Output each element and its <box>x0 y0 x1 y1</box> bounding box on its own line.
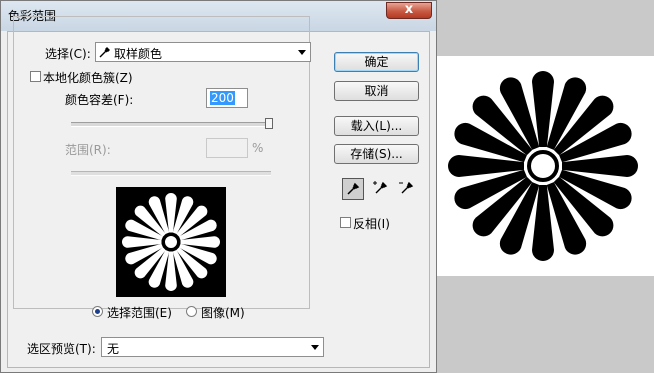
selection-preview-label: 选区预览(T): <box>27 342 96 356</box>
close-icon: x <box>404 2 414 17</box>
flower-center <box>527 150 559 182</box>
selection-preview-value: 无 <box>107 342 120 356</box>
color-range-dialog: 色彩范围 x 选择(C): 取样颜色 本地化颜色簇(Z) 颜色容差(F): 20… <box>0 0 437 373</box>
chrysanthemum-image <box>448 71 638 261</box>
selection-preview-thumbnail <box>116 187 226 297</box>
eyedropper-icon <box>347 182 360 195</box>
selection-mode-radio[interactable] <box>92 306 103 317</box>
chevron-down-icon <box>311 345 319 350</box>
save-button[interactable]: 存储(S)... <box>334 144 419 164</box>
invert-checkbox[interactable] <box>340 217 351 228</box>
invert-label: 反相(I) <box>353 217 390 231</box>
eyedropper-plus-icon <box>373 181 388 194</box>
selection-mode-label: 选择范围(E) <box>107 306 172 320</box>
ok-button[interactable]: 确定 <box>334 52 419 72</box>
load-button[interactable]: 载入(L)... <box>334 116 419 136</box>
range-unit: % <box>252 141 264 155</box>
fuzziness-input[interactable]: 200 <box>206 88 248 108</box>
image-mode-radio[interactable] <box>186 306 197 317</box>
fuzziness-value: 200 <box>210 91 235 105</box>
range-label: 范围(R): <box>65 143 111 157</box>
eyedropper-minus-icon <box>399 181 414 194</box>
image-mode-label: 图像(M) <box>201 306 245 320</box>
select-label: 选择(C): <box>45 47 91 61</box>
fuzziness-label: 颜色容差(F): <box>65 93 134 107</box>
mask-preview-image <box>122 193 220 291</box>
close-button[interactable]: x <box>386 2 432 19</box>
subtract-from-sample-tool-button[interactable] <box>395 178 417 200</box>
localized-clusters-checkbox[interactable] <box>30 71 41 82</box>
select-dropdown[interactable]: 取样颜色 <box>95 42 311 62</box>
fuzziness-slider-track[interactable] <box>71 122 271 127</box>
eyedropper-icon <box>99 46 111 61</box>
selection-preview-dropdown[interactable]: 无 <box>101 337 324 357</box>
cancel-button[interactable]: 取消 <box>334 81 419 101</box>
document-canvas[interactable] <box>437 56 654 276</box>
range-input[interactable] <box>206 138 248 158</box>
chevron-down-icon <box>298 50 306 55</box>
eyedropper-tool-button[interactable] <box>342 178 364 200</box>
fuzziness-slider-thumb[interactable] <box>265 118 273 129</box>
flower-center <box>163 234 179 250</box>
select-value: 取样颜色 <box>114 47 163 61</box>
localized-clusters-label: 本地化颜色簇(Z) <box>43 71 133 85</box>
add-to-sample-tool-button[interactable] <box>369 178 391 200</box>
range-slider-track[interactable] <box>71 171 271 176</box>
